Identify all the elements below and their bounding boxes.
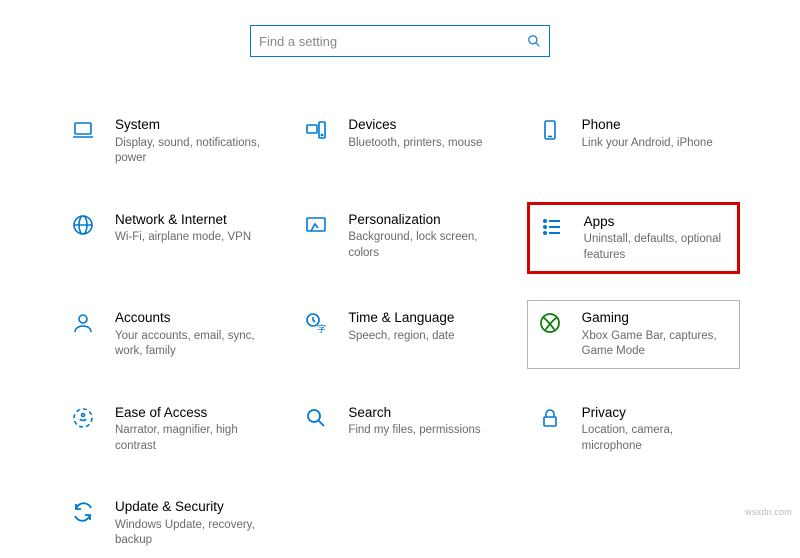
- category-title: Accounts: [115, 309, 262, 327]
- category-title: Devices: [348, 116, 495, 134]
- category-desc: Background, lock screen, colors: [348, 230, 495, 261]
- category-desc: Find my files, permissions: [348, 423, 495, 439]
- watermark: wsxdn.com: [745, 507, 792, 517]
- category-title: Gaming: [582, 309, 729, 327]
- category-desc: Speech, region, date: [348, 329, 495, 345]
- category-title: Personalization: [348, 211, 495, 229]
- devices-icon: [304, 116, 332, 167]
- category-system[interactable]: System Display, sound, notifications, pow…: [60, 107, 273, 176]
- globe-icon: [71, 211, 99, 266]
- person-icon: [71, 309, 99, 360]
- category-phone[interactable]: Phone Link your Android, iPhone: [527, 107, 740, 176]
- category-privacy[interactable]: PrivacyLocation, camera, microphone: [527, 395, 740, 464]
- category-title: Network & Internet: [115, 211, 262, 229]
- category-desc: Location, camera, microphone: [582, 423, 729, 454]
- list-icon: [540, 213, 568, 264]
- category-personalization[interactable]: PersonalizationBackground, lock screen, …: [293, 202, 506, 275]
- category-desc: Display, sound, notifications, power: [115, 136, 262, 167]
- category-title: Search: [348, 404, 495, 422]
- category-update[interactable]: Update & SecurityWindows Update, recover…: [60, 489, 273, 558]
- search-box[interactable]: [250, 25, 550, 57]
- search-icon: [304, 404, 332, 455]
- category-title: Time & Language: [348, 309, 495, 327]
- xbox-icon: [538, 309, 566, 360]
- brush-icon: [304, 211, 332, 266]
- ease-icon: [71, 404, 99, 455]
- phone-icon: [538, 116, 566, 167]
- category-desc: Xbox Game Bar, captures, Game Mode: [582, 329, 729, 360]
- category-title: Apps: [584, 213, 727, 231]
- category-ease[interactable]: Ease of AccessNarrator, magnifier, high …: [60, 395, 273, 464]
- search-icon: [527, 34, 541, 48]
- category-desc: Uninstall, defaults, optional features: [584, 232, 727, 263]
- category-network[interactable]: Network & InternetWi-Fi, airplane mode, …: [60, 202, 273, 275]
- svg-text:字: 字: [317, 323, 326, 334]
- category-apps[interactable]: AppsUninstall, defaults, optional featur…: [527, 202, 740, 275]
- category-desc: Link your Android, iPhone: [582, 136, 729, 152]
- lock-icon: [538, 404, 566, 455]
- category-title: Ease of Access: [115, 404, 262, 422]
- category-desc: Bluetooth, printers, mouse: [348, 136, 495, 152]
- category-title: Privacy: [582, 404, 729, 422]
- category-desc: Narrator, magnifier, high contrast: [115, 423, 262, 454]
- category-desc: Your accounts, email, sync, work, family: [115, 329, 262, 360]
- category-title: Phone: [582, 116, 729, 134]
- time-lang-icon: 字: [304, 309, 332, 360]
- category-search[interactable]: SearchFind my files, permissions: [293, 395, 506, 464]
- category-time[interactable]: 字 Time & Language Speech, region, date: [293, 300, 506, 369]
- category-accounts[interactable]: Accounts Your accounts, email, sync, work…: [60, 300, 273, 369]
- category-gaming[interactable]: Gaming Xbox Game Bar, captures, Game Mode: [527, 300, 740, 369]
- category-devices[interactable]: Devices Bluetooth, printers, mouse: [293, 107, 506, 176]
- search-input[interactable]: [259, 34, 527, 49]
- category-title: Update & Security: [115, 498, 262, 516]
- sync-icon: [71, 498, 99, 549]
- category-desc: Wi-Fi, airplane mode, VPN: [115, 230, 262, 246]
- category-title: System: [115, 116, 262, 134]
- laptop-icon: [71, 116, 99, 167]
